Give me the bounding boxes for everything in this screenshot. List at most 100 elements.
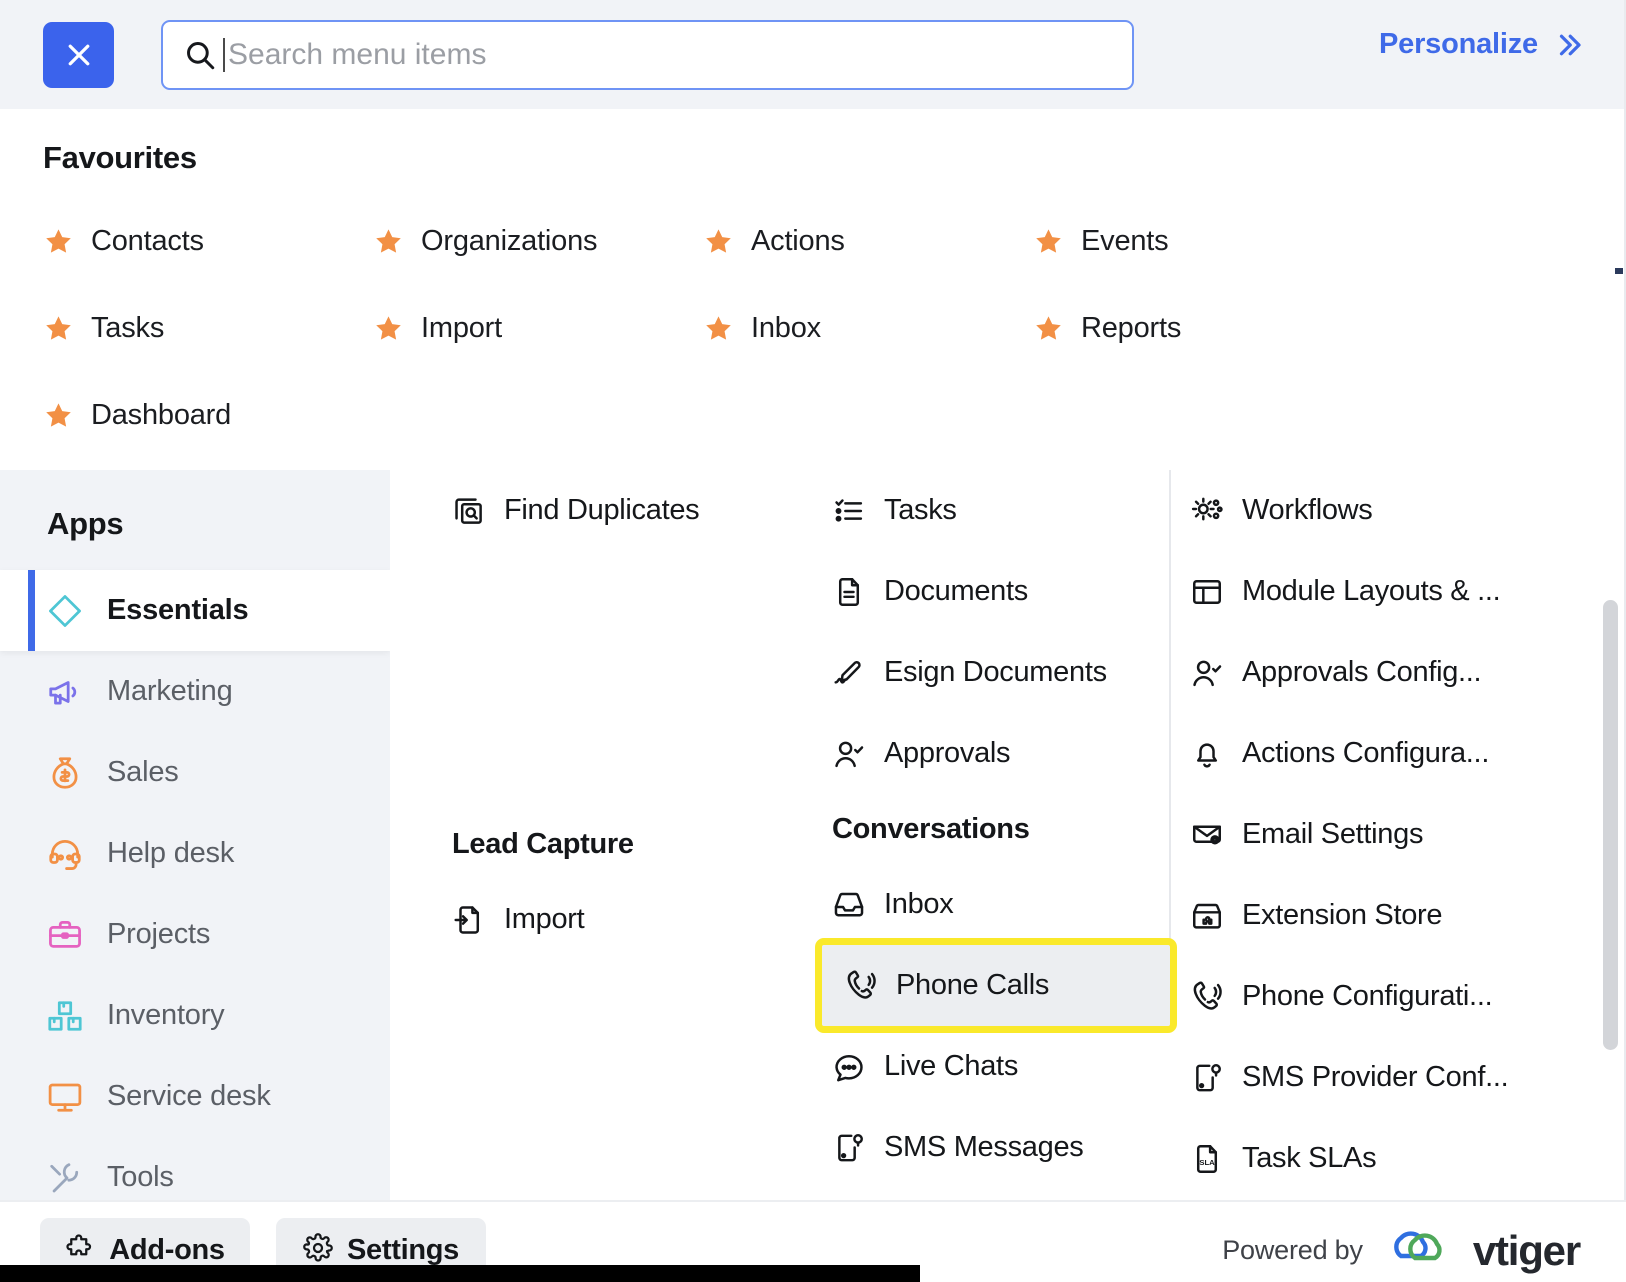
headset-icon: [45, 834, 85, 874]
powered-by-block: Powered by vtiger: [1222, 1226, 1581, 1275]
favourite-label: Dashboard: [91, 399, 232, 431]
menu-item-email-settings[interactable]: Email Settings: [1180, 794, 1600, 875]
menu-item-sms-provider-conf[interactable]: SMS Provider Conf...: [1180, 1037, 1600, 1118]
sidebar-item-label: Service desk: [107, 1080, 271, 1112]
menu-item-label: Workflows: [1242, 494, 1373, 526]
star-icon: [43, 400, 74, 431]
favourite-item-inbox[interactable]: Inbox: [703, 297, 1033, 360]
menu-item-tasks[interactable]: Tasks: [822, 470, 1172, 551]
favourite-item-tasks[interactable]: Tasks: [43, 297, 373, 360]
sidebar-item-label: Sales: [107, 756, 179, 788]
menu-item-task-slas[interactable]: SLA Task SLAs: [1180, 1118, 1600, 1199]
money-bag-icon: [45, 753, 85, 793]
menu-item-label: Approvals Config...: [1242, 656, 1482, 688]
favourite-item-events[interactable]: Events: [1033, 210, 1363, 273]
personalize-button[interactable]: Personalize: [1379, 28, 1586, 61]
phone-ring-icon: [844, 969, 878, 1003]
menu-item-label: Tasks: [884, 494, 957, 526]
menu-overlay: Personalize Favourites Contacts Organizat…: [0, 0, 1626, 1282]
column-settings-right: Workflows Module Layouts & ... Approvals C…: [1180, 470, 1600, 1199]
gear-icon: [303, 1232, 333, 1268]
menu-item-import[interactable]: Import: [442, 879, 812, 960]
vtiger-cloud-logo-icon: [1381, 1226, 1455, 1275]
sidebar-item-inventory[interactable]: Inventory: [0, 975, 390, 1056]
apps-sidebar: Apps Essentials Marketing Sales Help desk Pr…: [0, 470, 390, 1200]
favourites-section: Favourites Contacts Organizations Actions E…: [0, 109, 1626, 470]
sidebar-item-projects[interactable]: Projects: [0, 894, 390, 975]
menu-item-label: Live Chats: [884, 1050, 1019, 1082]
layout-panel-icon: [1190, 575, 1224, 609]
menu-item-phone-configurati[interactable]: Phone Configurati...: [1180, 956, 1600, 1037]
diamond-icon: [45, 591, 85, 631]
menu-item-label: Extension Store: [1242, 899, 1443, 931]
menu-item-sms-messages[interactable]: SMS Messages: [822, 1107, 1172, 1188]
favourite-item-organizations[interactable]: Organizations: [373, 210, 703, 273]
menu-item-label: Esign Documents: [884, 656, 1107, 688]
checklist-icon: [832, 494, 866, 528]
menu-item-live-chats[interactable]: Live Chats: [822, 1026, 1172, 1107]
phone-ring-icon: [1190, 980, 1224, 1014]
menu-item-documents[interactable]: Documents: [822, 551, 1172, 632]
menu-item-module-layouts[interactable]: Module Layouts & ...: [1180, 551, 1600, 632]
sidebar-item-label: Inventory: [107, 999, 225, 1031]
menu-item-extension-store[interactable]: Extension Store: [1180, 875, 1600, 956]
close-menu-button[interactable]: [43, 21, 114, 88]
star-icon: [373, 226, 404, 257]
menu-item-label: Phone Configurati...: [1242, 980, 1493, 1012]
favourite-item-actions[interactable]: Actions: [703, 210, 1033, 273]
menu-item-inbox[interactable]: Inbox: [822, 864, 1172, 945]
menu-item-find-duplicates[interactable]: Find Duplicates: [442, 470, 812, 551]
sidebar-item-service-desk[interactable]: Service desk: [0, 1056, 390, 1137]
signature-icon: [832, 656, 866, 690]
favourites-heading: Favourites: [43, 140, 197, 175]
favourite-item-import[interactable]: Import: [373, 297, 703, 360]
top-bar: Personalize: [0, 0, 1626, 109]
column-essentials-left: Find Duplicates Lead Capture Import: [442, 470, 812, 960]
menu-item-workflows[interactable]: Workflows: [1180, 470, 1600, 551]
sla-document-icon: SLA: [1190, 1142, 1224, 1176]
column-essentials-middle: Tasks Documents Esign Documents Approvals Co…: [815, 470, 1177, 1188]
search-field-wrapper[interactable]: [161, 19, 1134, 90]
menu-item-approvals-config[interactable]: Approvals Config...: [1180, 632, 1600, 713]
sidebar-item-marketing[interactable]: Marketing: [0, 651, 390, 732]
vertical-scrollbar-thumb[interactable]: [1603, 600, 1618, 1050]
sidebar-item-help-desk[interactable]: Help desk: [0, 813, 390, 894]
menu-item-esign-documents[interactable]: Esign Documents: [822, 632, 1172, 713]
sidebar-item-label: Projects: [107, 918, 211, 950]
viewport-cutoff-bar: [0, 1265, 920, 1282]
star-icon: [43, 313, 74, 344]
menu-item-phone-calls[interactable]: Phone Calls: [815, 938, 1177, 1033]
bell-icon: [1190, 737, 1224, 771]
sidebar-item-label: Marketing: [107, 675, 233, 707]
star-icon: [43, 226, 74, 257]
wrench-icon: [45, 1158, 85, 1198]
sidebar-item-essentials[interactable]: Essentials: [0, 570, 390, 651]
menu-item-approvals[interactable]: Approvals: [822, 713, 1172, 794]
star-icon: [703, 226, 734, 257]
search-input[interactable]: [228, 21, 1112, 88]
settings-label: Settings: [347, 1233, 459, 1266]
favourite-item-dashboard[interactable]: Dashboard: [43, 384, 373, 447]
favourites-grid: Contacts Organizations Actions Events Tasks I…: [43, 210, 1243, 447]
apps-list: Essentials Marketing Sales Help desk Project…: [0, 570, 390, 1218]
favourite-label: Tasks: [91, 312, 165, 344]
boxes-icon: [45, 996, 85, 1036]
favourite-item-contacts[interactable]: Contacts: [43, 210, 373, 273]
sidebar-item-sales[interactable]: Sales: [0, 732, 390, 813]
menu-item-actions-configura[interactable]: Actions Configura...: [1180, 713, 1600, 794]
document-icon: [832, 575, 866, 609]
chat-bubble-icon: [832, 1050, 866, 1084]
menu-item-label: Inbox: [884, 888, 954, 920]
text-caret: [223, 37, 225, 72]
favourite-item-reports[interactable]: Reports: [1033, 297, 1363, 360]
menu-item-label: Email Settings: [1242, 818, 1424, 850]
apps-heading: Apps: [47, 506, 124, 541]
sidebar-item-label: Tools: [107, 1161, 174, 1193]
megaphone-icon: [45, 672, 85, 712]
user-check-icon: [832, 737, 866, 771]
monitor-icon: [45, 1077, 85, 1117]
group-heading-conversations: Conversations: [832, 812, 1030, 845]
menu-item-label: Actions Configura...: [1242, 737, 1490, 769]
lower-panel: Apps Essentials Marketing Sales Help desk Pr…: [0, 470, 1626, 1200]
close-icon: [64, 40, 94, 70]
